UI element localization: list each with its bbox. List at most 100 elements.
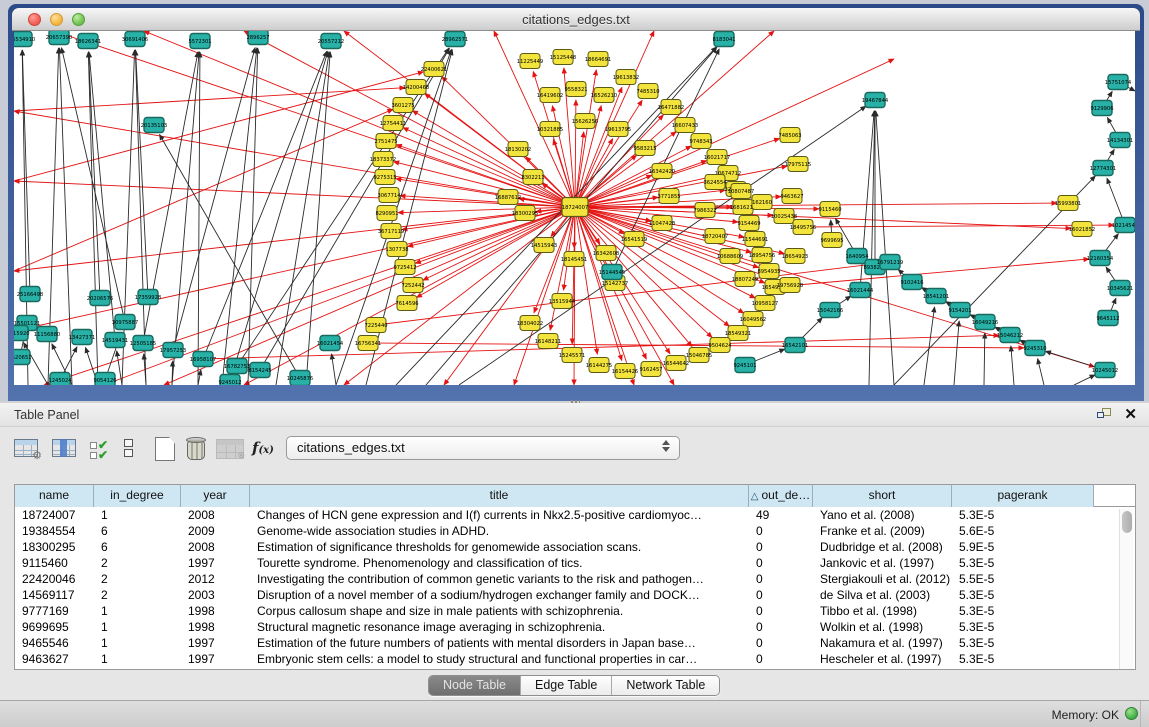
network-node[interactable]: 162160 (752, 195, 772, 210)
table-row[interactable]: 1938455462009Genome-wide association stu… (15, 523, 1135, 539)
network-node[interactable]: 15046212 (997, 328, 1023, 343)
network-node[interactable]: 9645112 (1096, 311, 1119, 326)
network-node[interactable]: 10245876 (287, 371, 313, 386)
network-node[interactable]: 9725412 (393, 260, 416, 275)
network-node[interactable]: 3915920 (14, 326, 30, 341)
network-node[interactable]: 9154469 (737, 216, 760, 231)
network-node[interactable]: 9275315 (373, 170, 396, 185)
network-node[interactable]: 16526210 (591, 88, 617, 103)
network-node[interactable]: 12160354 (1087, 251, 1114, 266)
network-node[interactable]: 9129906 (1090, 101, 1113, 116)
network-node[interactable]: 3771855 (657, 189, 680, 204)
network-view[interactable]: 1872400718130202103218851562625619613795… (14, 31, 1135, 385)
network-node[interactable]: 16342420 (649, 164, 675, 179)
network-node[interactable]: 9245012 (218, 375, 241, 386)
network-node[interactable]: 16021717 (704, 150, 730, 165)
network-node[interactable]: 16419602 (537, 88, 563, 103)
network-node[interactable]: 30691406 (122, 32, 148, 47)
table-row[interactable]: 911546021997Tourette syndrome. Phenomeno… (15, 555, 1135, 571)
network-node[interactable]: 16021444 (847, 283, 874, 298)
network-node[interactable]: 10214540 (1112, 218, 1135, 233)
network-node[interactable]: 9748343 (689, 134, 712, 149)
network-node[interactable]: 13515944 (549, 294, 576, 309)
network-node[interactable]: 2751475 (374, 134, 397, 149)
network-node[interactable]: 10807487 (728, 184, 754, 199)
network-node[interactable]: 18724007 (562, 198, 588, 217)
network-node[interactable]: 9154201 (948, 303, 971, 318)
row-height-icon[interactable] (124, 439, 133, 459)
network-node[interactable]: 11047428 (649, 216, 675, 231)
network-node[interactable]: 18373372 (370, 152, 396, 167)
vertical-scrollbar[interactable] (1119, 509, 1133, 669)
network-node[interactable]: 20657390 (46, 31, 72, 45)
network-node[interactable]: 16471882 (658, 100, 684, 115)
network-node[interactable]: 17957253 (160, 343, 186, 358)
column-header-short[interactable]: short (813, 485, 952, 507)
network-node[interactable]: 16049562 (740, 312, 766, 327)
table-row[interactable]: 946362711997Embryonic stem cells: a mode… (15, 651, 1135, 667)
network-window-titlebar[interactable]: citations_edges.txt (12, 8, 1140, 31)
network-node[interactable]: 16782753 (224, 359, 250, 374)
network-node[interactable]: 15626256 (572, 114, 598, 129)
network-node[interactable]: 3067714 (377, 188, 401, 203)
scrollbar-thumb[interactable] (1122, 511, 1132, 533)
network-node[interactable]: 13427371 (69, 330, 95, 345)
network-node[interactable]: 18720407 (702, 229, 728, 244)
column-header-name[interactable]: name (15, 485, 94, 507)
table-row[interactable]: 977716911998Corpus callosum shape and si… (15, 603, 1135, 619)
network-node[interactable]: 7485063 (778, 128, 801, 143)
function-builder-icon[interactable]: f(x) (252, 439, 274, 457)
network-node[interactable]: 28962571 (442, 32, 468, 47)
table-row[interactable]: 1872400712008Changes of HCN gene express… (15, 507, 1135, 523)
network-node[interactable]: 19613795 (605, 122, 631, 137)
delete-table-icon[interactable] (186, 437, 206, 461)
table-settings-icon[interactable]: ⚙ (14, 439, 40, 459)
network-node[interactable]: 18654923 (782, 249, 808, 264)
column-header-title[interactable]: title (250, 485, 749, 507)
network-node[interactable]: 9463627 (780, 189, 803, 204)
network-node[interactable]: 16887612 (495, 190, 521, 205)
float-window-icon[interactable] (1097, 408, 1113, 422)
network-node[interactable]: 5572301 (188, 34, 211, 49)
network-node[interactable]: 16541519 (621, 232, 647, 247)
network-node[interactable]: 25166498 (17, 287, 43, 302)
table-selector-dropdown[interactable]: citations_edges.txt (286, 436, 680, 460)
network-node[interactable]: 16958107 (190, 352, 216, 367)
network-node[interactable]: 15751074 (1105, 75, 1132, 90)
network-node[interactable]: 18664691 (585, 52, 611, 67)
network-node[interactable]: 14134301 (1107, 133, 1133, 148)
table-row[interactable]: 969969511998Structural magnetic resonanc… (15, 619, 1135, 635)
network-node[interactable]: 16021852 (1069, 222, 1095, 237)
tab-network-table[interactable]: Network Table (612, 676, 719, 695)
network-node[interactable]: 1245024 (48, 373, 72, 386)
network-node[interactable]: 20557212 (318, 34, 344, 49)
network-node[interactable]: 3624554 (703, 175, 727, 190)
network-node[interactable]: 11225449 (517, 54, 543, 69)
new-table-icon[interactable] (155, 437, 175, 461)
network-node[interactable]: 30975887 (112, 315, 138, 330)
network-node[interactable]: 9699695 (820, 233, 843, 248)
network-node[interactable]: 12754411 (380, 116, 406, 131)
network-node[interactable]: 9162457 (639, 362, 662, 377)
network-node[interactable]: 18541201 (923, 289, 949, 304)
network-node[interactable]: 18304022 (517, 316, 543, 331)
network-node[interactable]: 9504624 (708, 338, 732, 353)
network-node[interactable]: 16607433 (672, 118, 698, 133)
network-node[interactable]: 9102416 (900, 275, 923, 290)
network-node[interactable]: 19756928 (777, 278, 803, 293)
network-node[interactable]: 16049216 (972, 315, 998, 330)
network-node[interactable]: 14519431 (102, 333, 128, 348)
column-header-year[interactable]: year (181, 485, 250, 507)
network-node[interactable]: 15046785 (686, 348, 712, 363)
select-all-icon[interactable]: ✔✔ (90, 440, 108, 460)
network-node[interactable]: 9583215 (633, 141, 656, 156)
network-node[interactable]: 19613832 (613, 70, 639, 85)
network-node[interactable]: 8154245 (248, 363, 271, 378)
network-node[interactable]: 8302211 (521, 170, 544, 185)
network-node[interactable]: 15042166 (817, 303, 843, 318)
network-node[interactable]: 9245101 (733, 358, 756, 373)
show-column-icon[interactable] (52, 439, 78, 459)
network-node[interactable]: 10958127 (752, 296, 778, 311)
network-node[interactable]: 16756341 (355, 336, 381, 351)
tab-node-table[interactable]: Node Table (429, 676, 521, 695)
